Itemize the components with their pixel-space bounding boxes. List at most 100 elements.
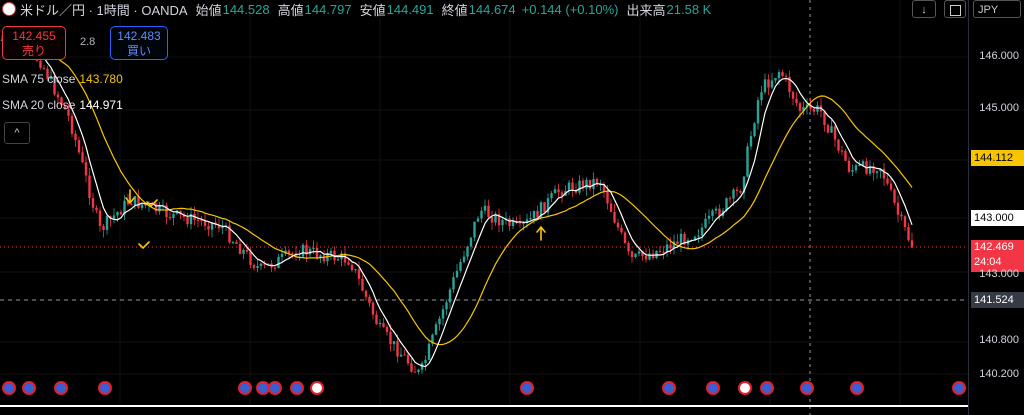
indicator-value: 143.780 <box>79 72 123 86</box>
candle-body <box>196 219 200 221</box>
candle-body <box>487 205 490 218</box>
candle-body <box>756 100 760 124</box>
candle-body <box>679 233 683 245</box>
collapse-legend-button[interactable]: ^ <box>4 122 30 144</box>
us-event-flag-icon[interactable] <box>22 381 36 395</box>
candle-body <box>424 359 427 364</box>
candle-body <box>473 221 476 238</box>
candle-body <box>144 204 147 206</box>
candle-body <box>88 175 91 199</box>
candle-body <box>308 248 312 255</box>
candle-body <box>361 278 364 291</box>
candle-body <box>105 216 109 230</box>
jp-event-flag-icon[interactable] <box>310 381 324 395</box>
indicator-sma75[interactable]: SMA 75 close 143.780 <box>2 72 123 86</box>
candle-body <box>707 215 711 219</box>
candle-body <box>347 262 350 265</box>
jp-event-flag-icon[interactable] <box>738 381 752 395</box>
candle-body <box>399 354 403 357</box>
candle-body <box>357 269 361 279</box>
candle-body <box>466 246 469 257</box>
candle-body <box>753 123 756 137</box>
us-event-flag-icon[interactable] <box>54 381 68 395</box>
candle-body <box>522 222 525 224</box>
candle-body <box>427 343 431 360</box>
symbol-title[interactable]: 米ドル／円 · 1時間 · OANDA <box>20 0 188 19</box>
us-event-flag-icon[interactable] <box>290 381 304 395</box>
candle-body <box>112 215 116 219</box>
candle-body <box>378 323 382 325</box>
candle-body <box>438 318 441 325</box>
candle-body <box>508 218 511 227</box>
sell-button[interactable]: 142.455 売り <box>2 26 66 60</box>
candle-body <box>697 235 700 237</box>
y-tick: 146.000 <box>979 50 1019 62</box>
candle-body <box>700 227 704 236</box>
candle-body <box>714 208 718 211</box>
us-event-flag-icon[interactable] <box>952 381 966 395</box>
candle-body <box>550 193 553 199</box>
us-event-flag-icon[interactable] <box>760 381 774 395</box>
last-price-value: 142.469 <box>974 241 1014 253</box>
candle-body <box>417 369 420 372</box>
candle-body <box>826 125 830 133</box>
candle-body <box>56 94 60 98</box>
candle-body <box>368 296 371 303</box>
chevron-up-icon: ^ <box>14 127 20 139</box>
us-event-flag-icon[interactable] <box>520 381 534 395</box>
candle-body <box>375 314 378 325</box>
candle-body <box>669 244 672 249</box>
candle-body <box>256 266 259 268</box>
candle-body <box>455 270 459 278</box>
arrow-down-icon: ↓ <box>921 4 927 16</box>
volume-value: 21.58 K <box>666 1 712 17</box>
y-tick: 140.200 <box>979 368 1019 380</box>
candle-body <box>39 60 42 68</box>
buy-button[interactable]: 142.483 買い <box>110 26 168 60</box>
candle-body <box>95 207 98 211</box>
candle-body <box>616 222 620 228</box>
candle-body <box>462 256 466 262</box>
us-event-flag-icon[interactable] <box>268 381 282 395</box>
candle-body <box>858 165 861 167</box>
candle-body <box>770 80 774 88</box>
candle-body <box>627 243 630 252</box>
candle-body <box>830 126 833 133</box>
us-event-flag-icon[interactable] <box>800 381 814 395</box>
price-chart[interactable] <box>0 0 968 415</box>
download-button[interactable]: ↓ <box>912 0 936 18</box>
candle-body <box>896 202 900 215</box>
candle-body <box>469 237 473 247</box>
candle-body <box>676 241 679 245</box>
candle-body <box>476 218 480 222</box>
us-event-flag-icon[interactable] <box>98 381 112 395</box>
indicator-label: SMA 20 close <box>2 98 76 112</box>
candle-body <box>644 255 648 260</box>
candle-body <box>42 67 46 69</box>
us-event-flag-icon[interactable] <box>238 381 252 395</box>
candle-body <box>571 182 574 191</box>
us-event-flag-icon[interactable] <box>662 381 676 395</box>
candle-body <box>518 222 522 224</box>
candle-body <box>74 133 77 141</box>
candle-body <box>567 182 571 191</box>
candle-body <box>81 152 84 163</box>
us-event-flag-icon[interactable] <box>2 381 16 395</box>
currency-selector[interactable]: JPY <box>973 0 1021 18</box>
fullscreen-button[interactable] <box>944 0 966 18</box>
candle-body <box>168 217 172 219</box>
candle-body <box>837 139 840 151</box>
candle-body <box>739 190 742 193</box>
us-event-flag-icon[interactable] <box>850 381 864 395</box>
candle-body <box>312 247 315 249</box>
square-icon <box>949 5 961 16</box>
buy-price: 142.483 <box>117 29 161 43</box>
price-axis[interactable]: JPY 146.000 145.000 144.112 143.000 142.… <box>968 0 1024 415</box>
candle-body <box>119 212 123 215</box>
candle-body <box>130 204 133 206</box>
indicator-sma20[interactable]: SMA 20 close 144.971 <box>2 98 123 112</box>
y-tick: 145.000 <box>979 102 1019 114</box>
us-event-flag-icon[interactable] <box>706 381 720 395</box>
candle-body <box>711 210 714 216</box>
sma75-line <box>15 41 913 346</box>
